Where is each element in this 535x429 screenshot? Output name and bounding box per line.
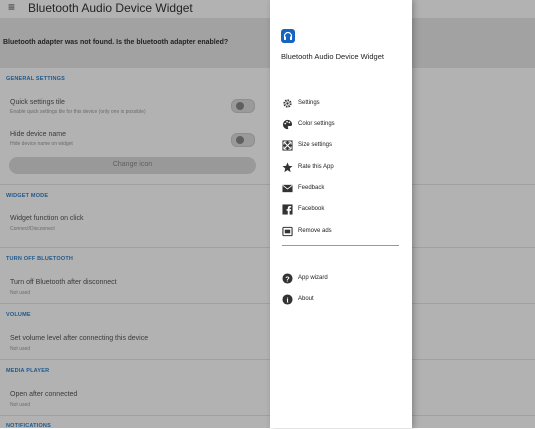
drawer-app-title: Bluetooth Audio Device Widget [281,52,384,61]
info-icon: i [282,294,293,305]
drawer-item-remove-ads[interactable]: Remove ads [282,225,407,239]
drawer-item-color-settings[interactable]: Color settings [282,118,407,132]
drawer-item-label: Feedback [298,185,325,191]
screen: ≡ Bluetooth Audio Device Widget Bluetoot… [0,0,535,429]
drawer-item-label: About [298,296,314,302]
help-icon: ? [282,273,293,284]
ad-icon [282,226,293,237]
drawer-item-about[interactable]: i About [282,293,407,307]
drawer-item-size-settings[interactable]: Size settings [282,139,407,153]
drawer-item-label: Remove ads [298,228,332,234]
palette-icon [282,119,293,130]
mail-icon [282,184,293,193]
drawer-item-label: Rate this App [298,164,334,170]
drawer-item-label: Color settings [298,121,335,127]
svg-text:i: i [286,295,288,304]
facebook-icon [282,204,293,215]
drawer-item-feedback[interactable]: Feedback [282,182,407,196]
drawer-item-label: App wizard [298,275,328,281]
headphones-icon [281,29,295,43]
drawer-item-settings[interactable]: Settings [282,97,407,111]
drawer-scrim[interactable] [0,0,535,428]
resize-icon [282,140,293,151]
gear-icon [283,99,292,108]
drawer-item-app-wizard[interactable]: ? App wizard [282,272,407,286]
drawer-item-label: Settings [298,100,320,106]
star-icon [282,162,293,173]
drawer-header: Bluetooth Audio Device Widget [270,0,412,69]
drawer-item-label: Size settings [298,142,333,148]
drawer-divider [282,245,399,246]
drawer-item-label: Facebook [298,206,325,212]
navigation-drawer: Bluetooth Audio Device Widget Settings C… [270,0,412,428]
svg-text:?: ? [285,274,290,283]
drawer-item-rate-app[interactable]: Rate this App [282,161,407,175]
drawer-item-facebook[interactable]: Facebook [282,203,407,217]
